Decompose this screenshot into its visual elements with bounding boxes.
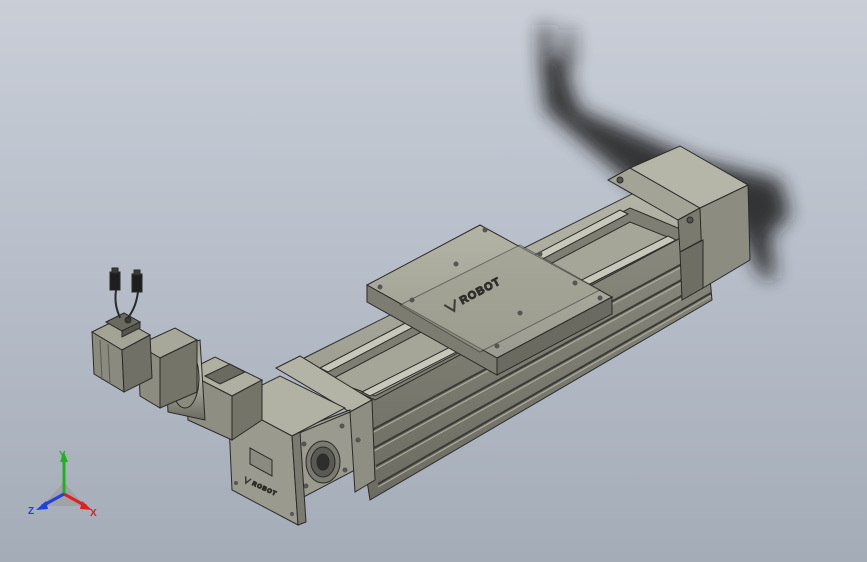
3d-viewport[interactable]: ROBOT ROBOT	[0, 0, 867, 562]
servo-motor[interactable]	[90, 312, 153, 393]
axis-y-label: Y	[59, 450, 66, 461]
axis-z-arrow	[36, 501, 48, 510]
triad-graphic: Y X Z	[28, 450, 97, 519]
motor-cables	[109, 267, 143, 319]
linear-actuator-model[interactable]: ROBOT ROBOT	[0, 0, 867, 562]
orientation-triad[interactable]: Y X Z	[22, 446, 106, 526]
axis-z-label: Z	[28, 506, 34, 517]
axis-x-label: X	[90, 508, 97, 519]
bearing-housing	[305, 440, 341, 484]
